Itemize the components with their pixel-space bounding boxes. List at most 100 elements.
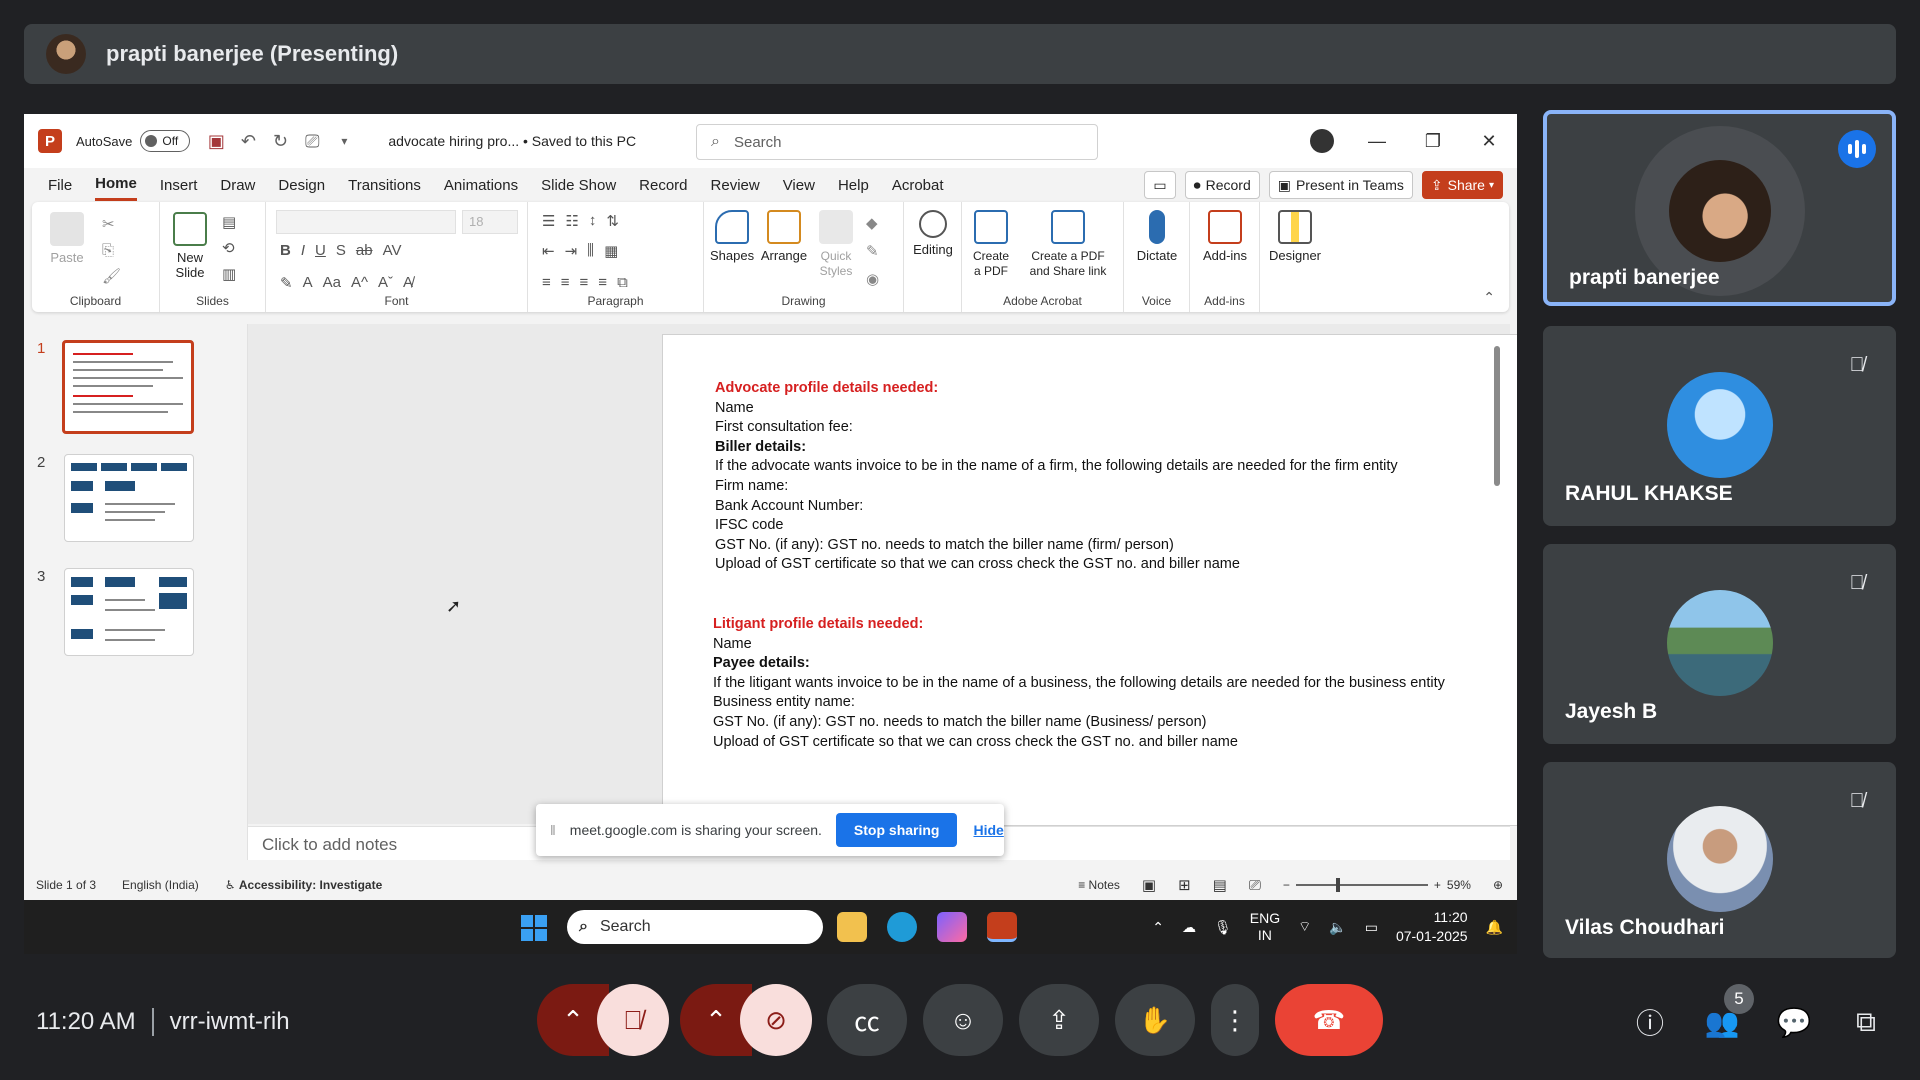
slide-scrollbar[interactable] — [1492, 332, 1502, 822]
tab-record[interactable]: Record — [639, 171, 687, 200]
activities-icon[interactable]: ⧉ — [1846, 1002, 1886, 1042]
tab-slide-show[interactable]: Slide Show — [541, 171, 616, 200]
paste-button[interactable]: Paste — [46, 212, 88, 265]
meeting-details-icon[interactable]: ⓘ — [1630, 1002, 1670, 1042]
windows-start-icon[interactable] — [521, 915, 547, 941]
show-hidden-icons[interactable]: ⌃ — [1152, 919, 1164, 936]
customize-toolbar-icon[interactable]: ▾ — [332, 129, 356, 153]
slideshow-icon[interactable]: ⎚ — [1249, 877, 1261, 894]
leave-call-button[interactable]: ☎ — [1275, 984, 1383, 1056]
slide-thumbnails: 1 2 3 — [24, 324, 248, 860]
align-controls[interactable]: ≡ ≡ ≡ ≡ ⧉ — [542, 274, 628, 291]
quick-styles-button[interactable]: Quick Styles — [814, 210, 858, 278]
tab-home[interactable]: Home — [95, 169, 137, 201]
people-icon[interactable]: 👥 — [1702, 1002, 1742, 1042]
powerpoint-taskbar-icon[interactable] — [987, 912, 1017, 942]
slide-thumbnail-1[interactable] — [62, 340, 194, 434]
chat-icon[interactable]: 💬 — [1774, 1002, 1814, 1042]
battery-icon[interactable]: ▭ — [1365, 919, 1378, 936]
font-format-row[interactable]: B I U Sab AV — [280, 242, 401, 259]
tab-insert[interactable]: Insert — [160, 171, 198, 200]
edge-icon[interactable] — [887, 912, 917, 942]
onedrive-icon[interactable]: ☁ — [1182, 919, 1196, 936]
input-language[interactable]: ENG IN — [1250, 910, 1280, 944]
notes-toggle[interactable]: ≡ Notes — [1078, 878, 1120, 892]
fit-slide-icon[interactable]: ⊕ — [1493, 878, 1503, 892]
zoom-slider[interactable]: − + 59% — [1283, 878, 1471, 892]
taskbar-clock[interactable]: 11:20 07-01-2025 — [1396, 908, 1468, 946]
save-icon[interactable]: ▣ — [204, 129, 228, 153]
accessibility-status[interactable]: ♿ Accessibility: Investigate — [225, 878, 382, 892]
list-controls[interactable]: ☰ ☷ ↕ ⇅ — [542, 212, 619, 230]
tab-view[interactable]: View — [783, 171, 815, 200]
microphone-tray-icon[interactable]: 🎙 — [1214, 919, 1232, 936]
tab-draw[interactable]: Draw — [220, 171, 255, 200]
font-name-box[interactable] — [276, 210, 456, 234]
create-pdf-share-button[interactable]: Create a PDF and Share link — [1020, 210, 1116, 278]
raise-hand-button[interactable]: ✋ — [1115, 984, 1195, 1056]
more-options-button[interactable]: ⋮ — [1211, 984, 1259, 1056]
notification-icon[interactable]: 🔔 — [1486, 919, 1503, 936]
volume-icon[interactable]: 🔈 — [1329, 919, 1346, 936]
document-name[interactable]: advocate hiring pro... • Saved to this P… — [388, 133, 636, 149]
language-status[interactable]: English (India) — [122, 878, 199, 892]
participant-tile[interactable]: prapti banerjee — [1543, 110, 1896, 306]
slide-sorter-icon[interactable]: ⊞ — [1178, 876, 1191, 894]
present-screen-button[interactable]: ⇪ — [1019, 984, 1099, 1056]
create-pdf-button[interactable]: Create a PDF — [968, 210, 1014, 278]
close-icon[interactable]: ✕ — [1461, 131, 1517, 152]
tab-help[interactable]: Help — [838, 171, 869, 200]
slide-thumbnail-3[interactable] — [64, 568, 194, 656]
present-in-teams-button[interactable]: ▣ Present in Teams — [1268, 171, 1413, 199]
font-size-box[interactable]: 18 — [462, 210, 518, 234]
reading-view-icon[interactable]: ▤ — [1213, 876, 1227, 894]
reactions-button[interactable]: ☺ — [923, 984, 1003, 1056]
copilot-icon[interactable] — [937, 912, 967, 942]
record-button[interactable]: ⏺ Record — [1184, 171, 1260, 199]
designer-button[interactable]: Designer — [1266, 210, 1324, 263]
tab-transitions[interactable]: Transitions — [348, 171, 421, 200]
taskbar-search[interactable]: ⌕ Search — [567, 910, 823, 944]
add-ins-button[interactable]: Add-ins — [1196, 210, 1254, 263]
drag-handle-icon[interactable]: ‖ — [550, 822, 556, 838]
tab-design[interactable]: Design — [278, 171, 325, 200]
microphone-toggle-button[interactable]: 🎙̸ — [597, 984, 669, 1056]
shape-fill-icons[interactable]: ◆ ✎ ◉ — [866, 210, 879, 294]
slide-thumbnail-2[interactable] — [64, 454, 194, 542]
current-slide[interactable]: Advocate profile details needed: Name Fi… — [662, 334, 1517, 826]
account-avatar[interactable] — [1310, 129, 1334, 153]
slide-layout-icons[interactable]: ▤ ⟲ ▥ — [222, 210, 236, 288]
normal-view-icon[interactable]: ▣ — [1142, 876, 1156, 894]
status-bar: Slide 1 of 3 English (India) ♿ Accessibi… — [24, 870, 1517, 900]
tab-animations[interactable]: Animations — [444, 171, 518, 200]
shapes-button[interactable]: Shapes — [710, 210, 754, 263]
hide-button[interactable]: Hide — [973, 822, 1003, 838]
new-slide-button[interactable]: New Slide — [168, 212, 212, 280]
tab-acrobat[interactable]: Acrobat — [892, 171, 944, 200]
redo-icon[interactable]: ↻ — [268, 129, 292, 153]
collapse-ribbon-icon[interactable]: ⌃ — [1483, 289, 1495, 306]
file-explorer-icon[interactable] — [837, 912, 867, 942]
stop-sharing-button[interactable]: Stop sharing — [835, 813, 958, 847]
participant-tile[interactable]: 🎙̸ RAHUL KHAKSE — [1543, 326, 1896, 526]
arrange-button[interactable]: Arrange — [760, 210, 808, 263]
participant-tile[interactable]: 🎙̸ Vilas Choudhari — [1543, 762, 1896, 958]
wifi-icon[interactable]: ⌔ — [1298, 918, 1311, 936]
comments-button[interactable]: ▭ — [1144, 171, 1176, 199]
indent-controls[interactable]: ⇤ ⇥ ⫼ ▦ — [542, 242, 618, 260]
editing-button[interactable]: Editing — [910, 210, 956, 257]
share-button[interactable]: ⇪ Share ▾ — [1421, 171, 1503, 199]
restore-icon[interactable]: ❐ — [1405, 131, 1461, 152]
tab-file[interactable]: File — [48, 171, 72, 200]
autosave-toggle[interactable]: Off — [140, 130, 191, 152]
search-input[interactable]: ⌕ Search — [696, 124, 1098, 160]
captions-button[interactable]: ㏄ — [827, 984, 907, 1056]
participant-tile[interactable]: 🎙̸ Jayesh B — [1543, 544, 1896, 744]
dictate-button[interactable]: Dictate — [1130, 210, 1184, 263]
font-color-row[interactable]: ✎ A Aa A^ Aˇ A̸ — [280, 274, 413, 292]
tab-review[interactable]: Review — [711, 171, 760, 200]
present-icon[interactable]: ⎚ — [300, 129, 324, 153]
camera-toggle-button[interactable]: ⊘ — [740, 984, 812, 1056]
undo-icon[interactable]: ↶ — [236, 129, 260, 153]
minimize-icon[interactable]: — — [1349, 131, 1405, 152]
